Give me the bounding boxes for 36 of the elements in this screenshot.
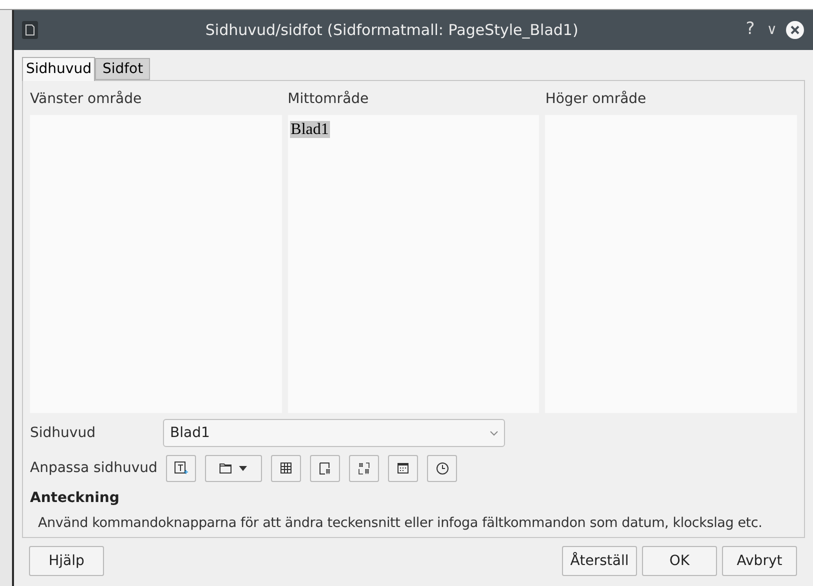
dialog-button[interactable]: OK [642, 546, 717, 576]
tool-button[interactable] [205, 454, 262, 482]
header-select[interactable]: Blad1 [163, 419, 505, 447]
app-icon [22, 21, 38, 39]
dialog-button[interactable]: Återställ [562, 546, 637, 576]
area-label: Höger område [545, 90, 648, 109]
area-label: Vänster område [30, 90, 143, 109]
tab[interactable]: Sidfot [95, 58, 150, 80]
dialog-button[interactable]: Avbryt [722, 546, 797, 576]
page-count-icon [358, 462, 370, 474]
text-area[interactable]: Blad1 [288, 115, 540, 413]
tool-button[interactable] [310, 454, 340, 482]
area-label: Mittområde [288, 90, 370, 109]
close-icon[interactable] [785, 20, 805, 40]
customize-label: Anpassa sidhuvud [30, 458, 158, 478]
calendar-icon [397, 462, 410, 474]
window-title: Sidhuvud/sidfot (Sidformatmall: PageStyle_Blad1) [204, 20, 580, 41]
tool-button[interactable] [388, 454, 418, 482]
note-text: Använd kommandoknapparna för att ändra teckensnitt eller infoga fältkommandon som datum, klockslag etc. [38, 514, 764, 533]
note-title: Anteckning [30, 489, 120, 508]
folder-icon [218, 462, 249, 474]
tool-button[interactable] [271, 454, 302, 482]
tool-button[interactable] [166, 454, 196, 482]
help-button[interactable]: Hjälp [29, 546, 104, 576]
text-field-icon [174, 461, 188, 475]
chevron-down-icon [490, 430, 498, 436]
select-label: Sidhuvud [30, 424, 96, 442]
table-icon [280, 462, 292, 474]
help-button[interactable]: ? [746, 17, 755, 43]
field-text: Blad1 [290, 121, 330, 138]
tool-button[interactable] [427, 454, 458, 482]
page-number-icon [319, 462, 332, 474]
clock-icon [436, 462, 449, 474]
tool-button[interactable] [349, 454, 380, 482]
minimize-button[interactable]: ∨ [766, 20, 777, 40]
tab[interactable]: Sidhuvud [22, 57, 96, 81]
